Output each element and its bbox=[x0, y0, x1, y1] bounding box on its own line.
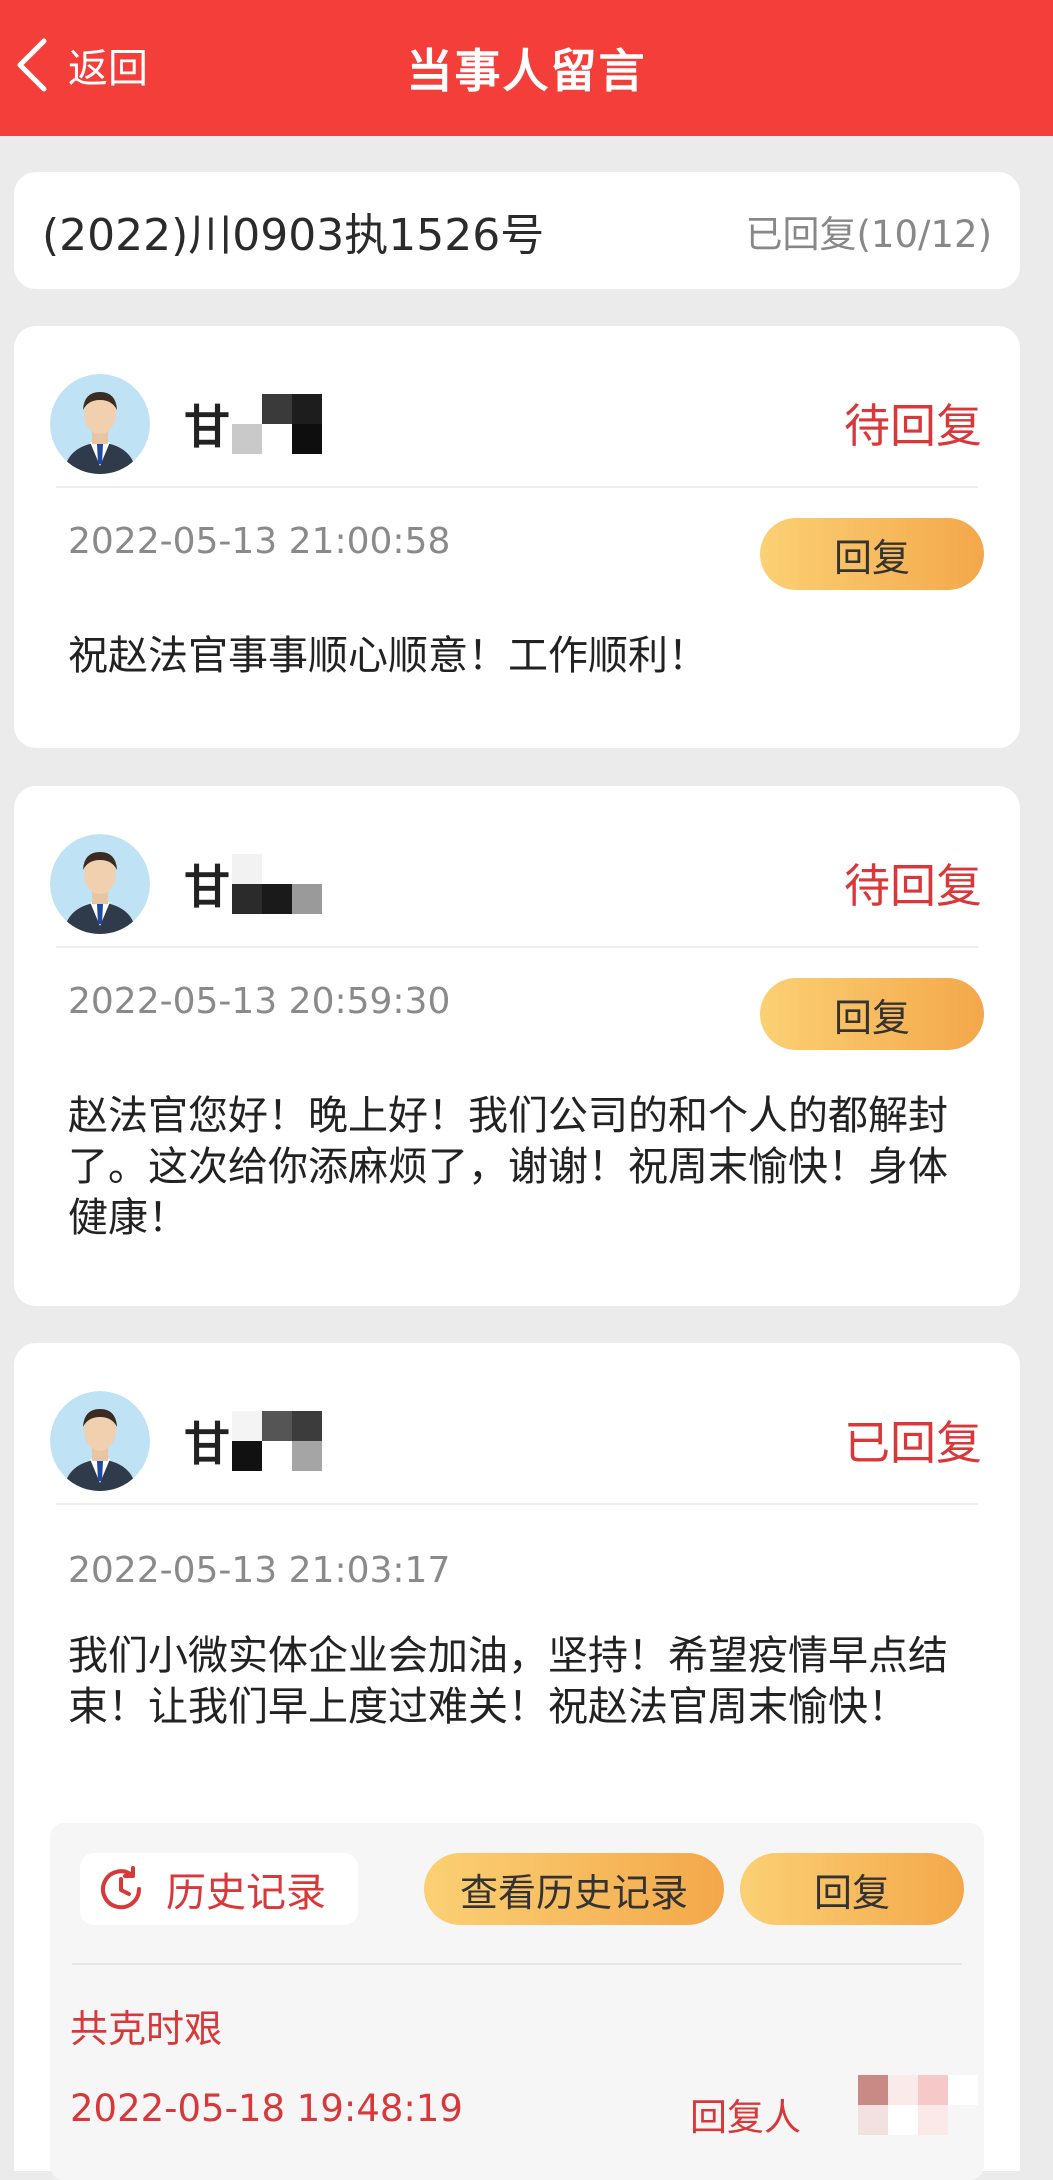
status-badge: 已回复 bbox=[844, 1416, 982, 1470]
name-mosaic bbox=[232, 394, 322, 454]
avatar bbox=[50, 374, 150, 474]
chevron-left-icon bbox=[17, 38, 47, 92]
message-text: 赵法官您好！晚上好！我们公司的和个人的都解封了。这次给你添麻烦了，谢谢！祝周末愉… bbox=[68, 1093, 948, 1241]
divider bbox=[56, 486, 978, 488]
user-name-initial: 甘 bbox=[184, 1417, 230, 1471]
user-name: 甘 bbox=[184, 392, 322, 456]
back-button[interactable]: 返回 bbox=[14, 30, 148, 100]
user-name-initial: 甘 bbox=[184, 400, 230, 454]
user-name-initial: 甘 bbox=[184, 860, 230, 914]
message-time: 2022-05-13 21:03:17 bbox=[68, 1550, 451, 1591]
message-text: 祝赵法官事事顺心顺意！工作顺利！ bbox=[68, 633, 708, 679]
page-title: 当事人留言 bbox=[406, 44, 647, 98]
message-time: 2022-05-13 21:00:58 bbox=[68, 521, 451, 562]
back-label: 返回 bbox=[68, 46, 148, 92]
message-text: 我们小微实体企业会加油，坚持！希望疫情早点结束！让我们早上度过难关！祝赵法官周末… bbox=[68, 1633, 948, 1730]
name-mosaic bbox=[232, 1411, 322, 1471]
replier-name-mosaic bbox=[858, 2075, 978, 2135]
reply-progress: 已回复(10/12) bbox=[745, 212, 993, 256]
replier-label: 回复人 bbox=[690, 2096, 801, 2139]
divider bbox=[72, 1963, 962, 1965]
clock-icon bbox=[101, 1866, 142, 1910]
view-history-button[interactable]: 查看历史记录 bbox=[424, 1853, 724, 1925]
reply-time: 2022-05-18 19:48:19 bbox=[70, 2087, 463, 2130]
avatar bbox=[50, 834, 150, 934]
user-avatar-icon bbox=[50, 374, 150, 474]
reply-content: 共克时艰 bbox=[70, 2007, 223, 2051]
reply-button[interactable]: 回复 bbox=[760, 518, 984, 590]
divider bbox=[56, 1503, 978, 1505]
user-name: 甘 bbox=[184, 1409, 322, 1473]
message-time: 2022-05-13 20:59:30 bbox=[68, 981, 451, 1022]
divider bbox=[56, 946, 978, 948]
case-summary-card: (2022)川0903执1526号 已回复(10/12) bbox=[14, 172, 1020, 289]
history-label: 历史记录 bbox=[80, 1853, 358, 1925]
name-mosaic bbox=[232, 854, 322, 914]
reply-history-panel: 历史记录 查看历史记录 回复 共克时艰 2022-05-18 19:48:19 … bbox=[50, 1823, 984, 2180]
message-card: 甘 待回复 2022-05-13 21:00:58 回复 祝赵法官事事顺心顺意！… bbox=[14, 326, 1020, 748]
user-avatar-icon bbox=[50, 834, 150, 934]
avatar bbox=[50, 1391, 150, 1491]
reply-button[interactable]: 回复 bbox=[740, 1853, 964, 1925]
user-avatar-icon bbox=[50, 1391, 150, 1491]
message-card: 甘 待回复 2022-05-13 20:59:30 回复 赵法官您好！晚上好！我… bbox=[14, 786, 1020, 1306]
user-name: 甘 bbox=[184, 852, 322, 916]
top-bar: 返回 当事人留言 bbox=[0, 0, 1053, 136]
status-badge: 待回复 bbox=[844, 399, 982, 453]
message-card: 甘 已回复 2022-05-13 21:03:17 我们小微实体企业会加油，坚持… bbox=[14, 1343, 1020, 2180]
history-label-text: 历史记录 bbox=[166, 1870, 326, 1916]
reply-button[interactable]: 回复 bbox=[760, 978, 984, 1050]
case-number: (2022)川0903执1526号 bbox=[42, 209, 545, 261]
status-badge: 待回复 bbox=[844, 859, 982, 913]
